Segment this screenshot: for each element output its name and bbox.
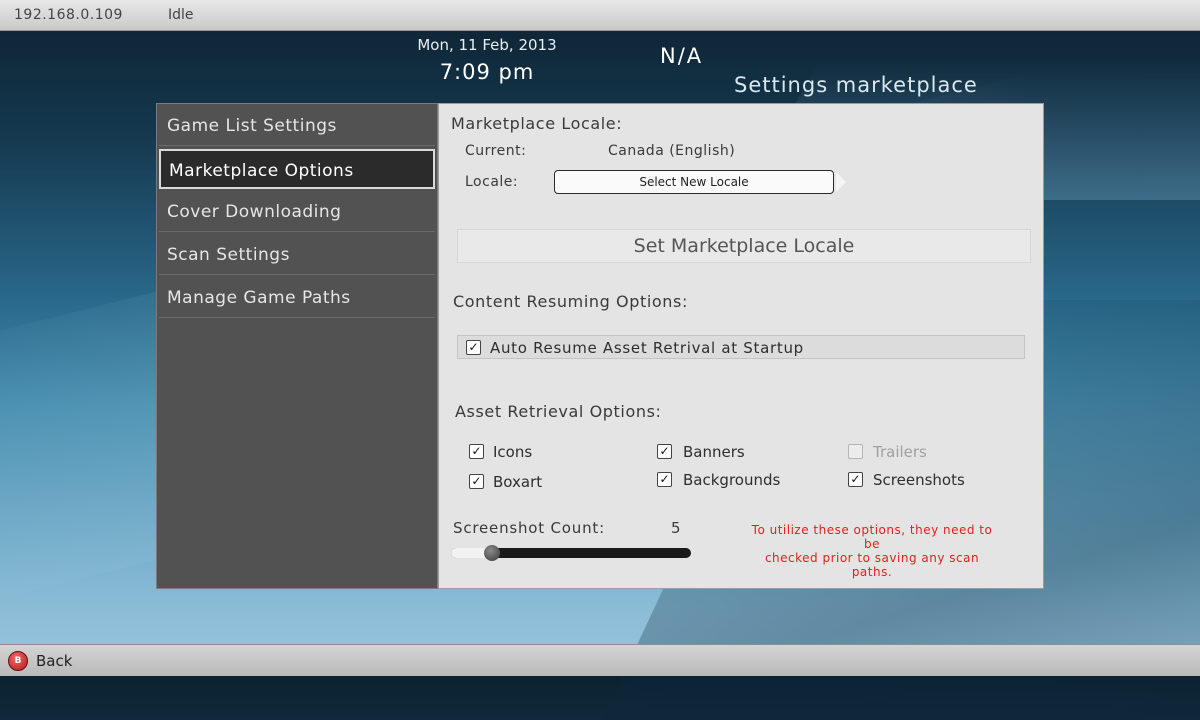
screenshots-checkbox[interactable]: ✓ bbox=[848, 472, 863, 487]
trailers-checkbox[interactable]: ✓ bbox=[848, 444, 863, 459]
warning-line-1: To utilize these options, they need to bbox=[751, 523, 993, 537]
sidebar-item-cover-downloading[interactable]: Cover Downloading bbox=[159, 192, 435, 232]
auto-resume-row[interactable]: ✓ Auto Resume Asset Retrival at Startup bbox=[457, 335, 1025, 359]
select-locale-button[interactable]: Select New Locale bbox=[554, 170, 834, 194]
warning-line-3: checked prior to saving any scan bbox=[764, 551, 980, 565]
locale-label: Locale: bbox=[465, 174, 519, 190]
screenshots-label: Screenshots bbox=[873, 471, 965, 489]
b-button-icon[interactable]: B bbox=[8, 651, 28, 671]
ip-address: 192.168.0.109 bbox=[14, 7, 123, 23]
sidebar-item-marketplace-options[interactable]: Marketplace Options bbox=[159, 149, 435, 189]
boxart-checkbox[interactable]: ✓ bbox=[469, 474, 484, 489]
screenshot-count-slider[interactable] bbox=[451, 545, 691, 561]
set-marketplace-locale-button[interactable]: Set Marketplace Locale bbox=[457, 229, 1031, 263]
scan-options-warning: To utilize these options, they need to b… bbox=[717, 523, 1027, 579]
marketplace-locale-heading: Marketplace Locale: bbox=[451, 114, 623, 133]
weather-na: N/A bbox=[660, 44, 704, 68]
screenshot-count-label: Screenshot Count: bbox=[453, 519, 605, 537]
screenshot-count-value: 5 bbox=[671, 519, 681, 537]
banners-label: Banners bbox=[683, 443, 745, 461]
boxart-label: Boxart bbox=[493, 473, 543, 491]
banners-checkbox[interactable]: ✓ bbox=[657, 444, 672, 459]
content-resuming-heading: Content Resuming Options: bbox=[453, 292, 688, 311]
trailers-label: Trailers bbox=[873, 443, 927, 461]
current-locale-label: Current: bbox=[465, 143, 527, 159]
warning-line-4: paths. bbox=[851, 565, 893, 579]
auto-resume-checkbox[interactable]: ✓ bbox=[466, 340, 481, 355]
settings-panel: Game List Settings Marketplace Options C… bbox=[156, 103, 1044, 589]
auto-resume-label: Auto Resume Asset Retrival at Startup bbox=[490, 339, 804, 357]
back-label[interactable]: Back bbox=[36, 652, 72, 670]
current-time: 7:09 pm bbox=[439, 60, 535, 84]
backgrounds-label: Backgrounds bbox=[683, 471, 781, 489]
icons-checkbox[interactable]: ✓ bbox=[469, 444, 484, 459]
sidebar-item-scan-settings[interactable]: Scan Settings bbox=[159, 235, 435, 275]
page-title: Settings marketplace bbox=[734, 73, 978, 97]
locale-arrow-icon bbox=[836, 172, 846, 192]
settings-sidebar: Game List Settings Marketplace Options C… bbox=[156, 103, 438, 589]
warning-line-2: be bbox=[864, 537, 880, 551]
slider-thumb[interactable] bbox=[483, 545, 500, 561]
sidebar-item-game-list-settings[interactable]: Game List Settings bbox=[159, 106, 435, 146]
current-date: Mon, 11 Feb, 2013 bbox=[417, 36, 557, 54]
connection-status: Idle bbox=[168, 7, 194, 23]
asset-retrieval-heading: Asset Retrieval Options: bbox=[455, 402, 662, 421]
status-bar: 192.168.0.109 Idle bbox=[0, 0, 1200, 31]
marketplace-options-content: Marketplace Locale: Current: Canada (Eng… bbox=[438, 103, 1044, 589]
sidebar-item-manage-game-paths[interactable]: Manage Game Paths bbox=[159, 278, 435, 318]
backgrounds-checkbox[interactable]: ✓ bbox=[657, 472, 672, 487]
footer-bar: B Back bbox=[0, 644, 1200, 676]
current-locale-value: Canada (English) bbox=[608, 143, 736, 159]
icons-label: Icons bbox=[493, 443, 533, 461]
